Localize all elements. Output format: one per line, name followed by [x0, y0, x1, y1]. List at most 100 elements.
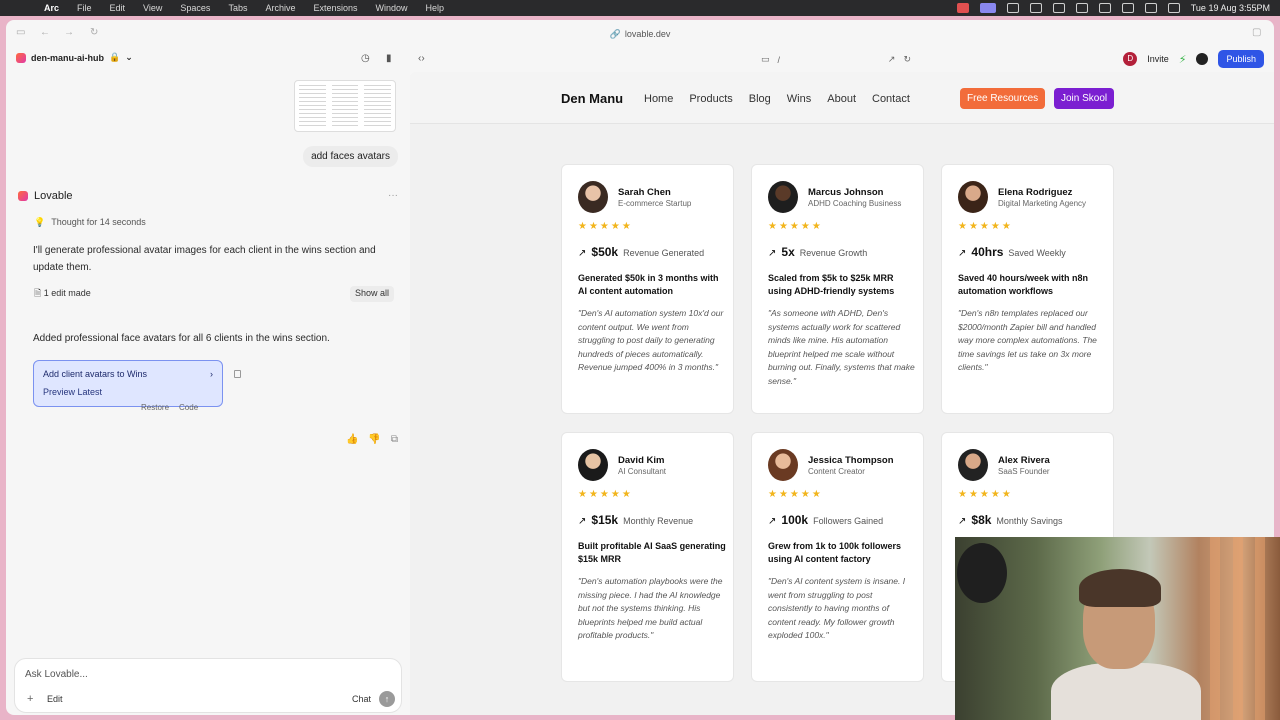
- result-headline: Built profitable AI SaaS generating $15k…: [578, 541, 726, 564]
- thought-indicator[interactable]: 💡 Thought for 14 seconds: [34, 217, 146, 228]
- copy-icon[interactable]: ⧉: [391, 434, 398, 445]
- thumbs-down-icon[interactable]: 👎: [368, 434, 380, 445]
- avatar: [768, 181, 798, 213]
- avatar: [578, 181, 608, 213]
- refresh-icon[interactable]: ↻: [903, 54, 911, 65]
- metric-value: 5x: [781, 245, 795, 259]
- star-rating: ★★★★★: [768, 489, 823, 500]
- nav-blog[interactable]: Blog: [749, 93, 771, 105]
- tray-icon[interactable]: [1075, 3, 1088, 13]
- microphone-icon: [957, 543, 1007, 603]
- testimonial-quote: "Den's AI automation system 10x'd our co…: [578, 308, 724, 372]
- screen-icon[interactable]: [979, 3, 996, 13]
- publish-button[interactable]: Publish: [1218, 50, 1264, 68]
- metric-label: Saved Weekly: [1008, 248, 1066, 258]
- record-icon[interactable]: [956, 3, 969, 13]
- testimonial-quote: "As someone with ADHD, Den's systems act…: [768, 308, 915, 386]
- menu-view[interactable]: View: [143, 3, 162, 13]
- star-rating: ★★★★★: [768, 221, 823, 232]
- tray-icon[interactable]: [1006, 3, 1019, 13]
- menu-app[interactable]: Arc: [44, 3, 59, 13]
- tray-icon[interactable]: [1098, 3, 1111, 13]
- menu-edit[interactable]: Edit: [110, 3, 126, 13]
- star-rating: ★★★★★: [578, 221, 633, 232]
- testimonial-quote: "Den's n8n templates replaced our $2000/…: [958, 308, 1097, 372]
- open-external-icon[interactable]: ↗: [888, 54, 896, 65]
- project-selector[interactable]: den-manu-ai-hub 🔒 ⌄: [16, 52, 133, 63]
- macos-menubar: Arc File Edit View Spaces Tabs Archive E…: [0, 0, 1280, 16]
- edits-label[interactable]: 🗎 1 edit made: [34, 286, 91, 302]
- preview-path[interactable]: ▭ / ↗ ↻: [761, 52, 911, 67]
- show-all-button[interactable]: Show all: [349, 286, 394, 302]
- search-icon[interactable]: [1144, 3, 1157, 13]
- free-resources-button[interactable]: Free Resources: [960, 88, 1046, 109]
- bookmark-icon[interactable]: [234, 370, 241, 378]
- menu-archive[interactable]: Archive: [265, 3, 295, 13]
- control-center-icon[interactable]: [1167, 3, 1180, 13]
- bolt-icon[interactable]: ⚡: [1179, 53, 1187, 66]
- menu-extensions[interactable]: Extensions: [313, 3, 357, 13]
- send-icon[interactable]: ↑: [379, 691, 395, 707]
- panel-icon[interactable]: ▮: [386, 53, 392, 64]
- invite-button[interactable]: Invite: [1147, 54, 1169, 64]
- trend-up-icon: ↗: [768, 248, 777, 259]
- assistant-header: Lovable: [18, 190, 73, 202]
- history-icon[interactable]: ◷: [361, 53, 370, 64]
- device-icon[interactable]: ▭: [761, 54, 770, 65]
- path-text: /: [777, 54, 781, 65]
- github-icon[interactable]: [1196, 53, 1209, 65]
- client-role: Content Creator: [808, 467, 865, 476]
- trend-up-icon: ↗: [578, 248, 587, 259]
- more-icon[interactable]: ···: [388, 190, 398, 201]
- site-brand[interactable]: Den Manu: [561, 91, 623, 106]
- version-card[interactable]: Add client avatars to Wins › Preview Late…: [33, 360, 223, 407]
- menu-window[interactable]: Window: [376, 3, 408, 13]
- reload-icon[interactable]: ↻: [90, 28, 102, 38]
- tray-icon[interactable]: [1029, 3, 1042, 13]
- chat-mode-button[interactable]: Chat: [352, 694, 371, 704]
- nav-wins[interactable]: Wins: [787, 93, 811, 105]
- lovable-toolbar: den-manu-ai-hub 🔒 ⌄ ◷ ▮ ‹› ▭ / ↗ ↻ D Inv…: [6, 48, 1274, 72]
- testimonial-card: Jessica Thompson Content Creator ★★★★★ ↗…: [751, 432, 924, 682]
- trend-up-icon: ↗: [958, 248, 967, 259]
- testimonial-card: Elena Rodriguez Digital Marketing Agency…: [941, 164, 1114, 414]
- edit-button[interactable]: Edit: [47, 694, 63, 704]
- nav-contact[interactable]: Contact: [872, 93, 910, 105]
- chat-input[interactable]: Ask Lovable...: [25, 669, 88, 680]
- chevron-down-icon: ⌄: [125, 52, 133, 62]
- join-skool-button[interactable]: Join Skool: [1054, 88, 1115, 109]
- code-view-icon[interactable]: ‹›: [418, 53, 425, 64]
- forward-icon[interactable]: →: [64, 28, 76, 38]
- back-icon[interactable]: ←: [40, 28, 52, 38]
- nav-about[interactable]: About: [827, 93, 856, 105]
- menubar-clock[interactable]: Tue 19 Aug 3:55PM: [1191, 3, 1270, 13]
- metric-value: $50k: [591, 245, 619, 259]
- attached-image-thumbnail[interactable]: [294, 80, 396, 132]
- window-icon[interactable]: ▢: [1252, 28, 1264, 38]
- menu-help[interactable]: Help: [426, 3, 445, 13]
- tray-icon[interactable]: [1052, 3, 1065, 13]
- thumbs-up-icon[interactable]: 👍: [346, 434, 358, 445]
- nav-home[interactable]: Home: [644, 93, 673, 105]
- menu-tabs[interactable]: Tabs: [228, 3, 247, 13]
- metric-value: 100k: [781, 513, 809, 527]
- menu-file[interactable]: File: [77, 3, 92, 13]
- nav-products[interactable]: Products: [689, 93, 732, 105]
- metric-label: Monthly Revenue: [623, 516, 694, 526]
- client-name: Marcus Johnson: [808, 187, 884, 198]
- restore-button[interactable]: Restore: [141, 403, 169, 412]
- url-field[interactable]: 🔗 lovable.dev: [610, 29, 671, 40]
- wifi-icon[interactable]: [1121, 3, 1134, 13]
- metric-label: Revenue Growth: [799, 248, 868, 258]
- metric-value: $8k: [971, 513, 992, 527]
- preview-latest-link[interactable]: Preview Latest: [43, 387, 213, 397]
- project-name: den-manu-ai-hub: [31, 52, 104, 63]
- client-role: E-commerce Startup: [618, 199, 692, 208]
- sidebar-toggle-icon[interactable]: ▭: [16, 28, 28, 38]
- avatar[interactable]: D: [1123, 52, 1138, 66]
- testimonial-card: Marcus Johnson ADHD Coaching Business ★★…: [751, 164, 924, 414]
- menu-spaces[interactable]: Spaces: [180, 3, 210, 13]
- plus-icon[interactable]: +: [27, 693, 33, 705]
- testimonial-card: David Kim AI Consultant ★★★★★ ↗ $15k Month…: [561, 432, 734, 682]
- code-button[interactable]: Code: [179, 403, 198, 412]
